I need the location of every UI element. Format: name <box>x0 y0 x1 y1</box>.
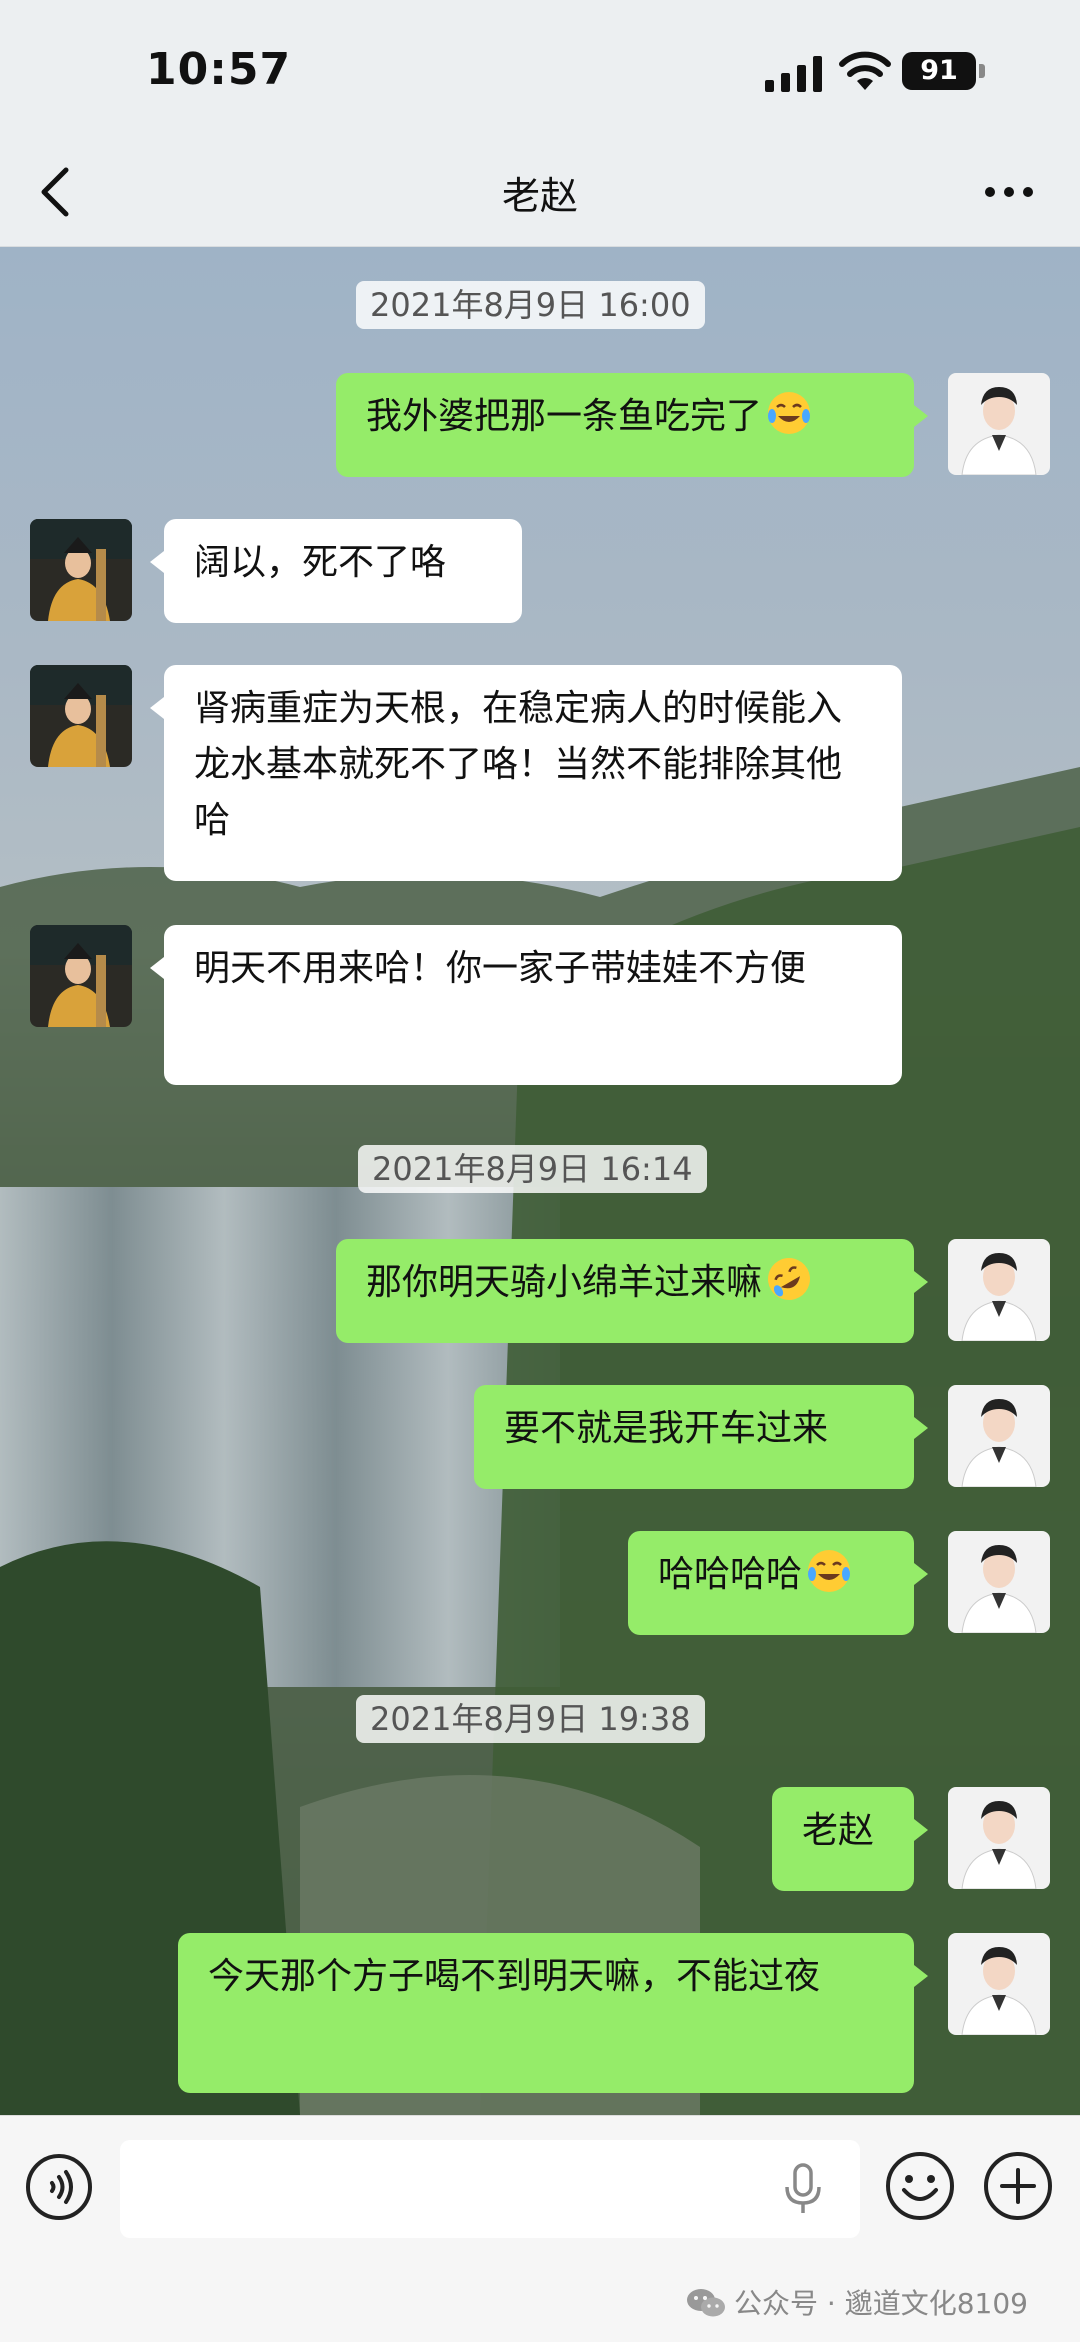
message-text: 肾病重症为天根，在稳定病人的时候能入龙水基本就死不了咯！当然不能排除其他哈 <box>194 688 843 841</box>
message-text: 今天那个方子喝不到明天嘛，不能过夜 <box>208 1956 821 1997</box>
received-message-bubble[interactable]: 明天不用来哈！你一家子带娃娃不方便 <box>150 925 902 1085</box>
sent-message-bubble[interactable]: 老赵 <box>772 1787 928 1891</box>
status-time: 10:57 <box>146 44 292 95</box>
received-message-bubble[interactable]: 阔以，死不了咯 <box>150 519 522 623</box>
joy-tears-emoji-icon <box>808 1550 851 1592</box>
wifi-icon <box>839 51 891 90</box>
my-avatar[interactable] <box>948 1787 1050 1889</box>
my-avatar[interactable] <box>948 1385 1050 1487</box>
joy-tears-emoji-icon <box>768 392 811 434</box>
sent-message-bubble[interactable]: 要不就是我开车过来 <box>474 1385 928 1489</box>
message-text: 老赵 <box>802 1810 875 1851</box>
message-text: 我外婆把那一条鱼吃完了 <box>366 396 763 437</box>
battery-icon: 91 <box>902 52 986 90</box>
sent-message-bubble[interactable]: 哈哈哈哈 <box>628 1531 928 1635</box>
wechat-logo-icon <box>687 2289 725 2317</box>
sent-message-bubble[interactable]: 今天那个方子喝不到明天嘛，不能过夜 <box>178 1933 928 2093</box>
message-text: 明天不用来哈！你一家子带娃娃不方便 <box>194 948 807 989</box>
watermark-text: 公众号 · 邈道文化8109 <box>734 2287 1028 2320</box>
my-avatar[interactable] <box>948 1531 1050 1633</box>
more-options-icon[interactable] <box>984 184 1034 200</box>
my-avatar[interactable] <box>948 1933 1050 2035</box>
chat-header: 老赵 <box>0 140 1080 247</box>
cellular-signal-icon <box>765 56 822 92</box>
more-actions-plus-icon[interactable] <box>982 2150 1054 2222</box>
timestamp: 2021年8月9日 19:38 <box>356 1695 705 1743</box>
sent-message-bubble[interactable]: 我外婆把那一条鱼吃完了 <box>336 373 928 477</box>
chat-title: 老赵 <box>501 174 578 218</box>
contact-avatar[interactable] <box>30 519 132 621</box>
microphone-icon[interactable] <box>780 2163 826 2215</box>
message-input[interactable] <box>120 2140 860 2238</box>
received-message-bubble[interactable]: 肾病重症为天根，在稳定病人的时候能入龙水基本就死不了咯！当然不能排除其他哈 <box>150 665 902 881</box>
battery-level: 91 <box>902 52 976 90</box>
message-text: 要不就是我开车过来 <box>504 1408 829 1449</box>
watermark: 公众号 · 邈道文化8109 <box>686 2282 1028 2322</box>
my-avatar[interactable] <box>948 373 1050 475</box>
sent-message-bubble[interactable]: 那你明天骑小绵羊过来嘛 <box>336 1239 928 1343</box>
chat-area[interactable]: 2021年8月9日 16:00 我外婆把那一条鱼吃完了 阔以，死不了咯 肾病重症… <box>0 247 1080 2115</box>
rolling-laugh-emoji-icon <box>768 1258 811 1300</box>
timestamp: 2021年8月9日 16:00 <box>356 281 705 329</box>
contact-avatar[interactable] <box>30 925 132 1027</box>
timestamp: 2021年8月9日 16:14 <box>358 1145 707 1193</box>
emoji-picker-icon[interactable] <box>884 2150 956 2222</box>
status-bar: 10:57 91 <box>0 0 1080 140</box>
voice-input-icon[interactable] <box>24 2152 94 2222</box>
input-bar: 公众号 · 邈道文化8109 <box>0 2115 1080 2342</box>
message-text: 阔以，死不了咯 <box>194 542 447 583</box>
message-text: 那你明天骑小绵羊过来嘛 <box>366 1262 763 1303</box>
message-text: 哈哈哈哈 <box>658 1554 803 1595</box>
my-avatar[interactable] <box>948 1239 1050 1341</box>
contact-avatar[interactable] <box>30 665 132 767</box>
